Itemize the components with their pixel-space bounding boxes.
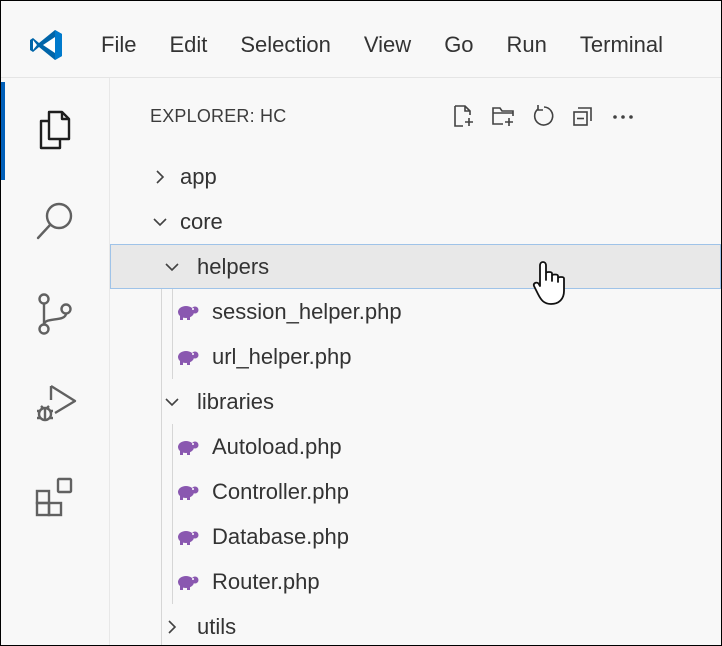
explorer-icon[interactable] <box>31 106 79 154</box>
menu-file[interactable]: File <box>101 31 136 59</box>
search-icon[interactable] <box>31 198 79 246</box>
tree-file[interactable]: url_helper.php <box>110 334 721 379</box>
tree-item-label: app <box>180 164 217 189</box>
menu-view[interactable]: View <box>364 31 411 59</box>
tree-item-label: core <box>180 209 223 234</box>
tree-item-label: utils <box>197 614 237 639</box>
new-file-icon <box>454 105 473 127</box>
more-icon <box>613 115 633 119</box>
php-file-icon <box>178 441 199 455</box>
chevron-right-icon <box>168 620 177 634</box>
tree-folder[interactable]: core <box>110 199 721 244</box>
collapse-all-icon <box>573 107 592 126</box>
tree-item-label: helpers <box>197 254 270 279</box>
source-control-icon[interactable] <box>31 290 79 338</box>
tree-item-label: Autoload.php <box>212 434 342 459</box>
new-folder-button[interactable] <box>483 100 523 132</box>
tree-folder[interactable]: helpers <box>110 244 721 289</box>
php-file-icon <box>178 576 199 590</box>
tree-item-label: Database.php <box>212 524 349 549</box>
php-file-icon <box>178 486 199 500</box>
tree-item-label: Controller.php <box>212 479 349 504</box>
tree-folder[interactable]: libraries <box>110 379 721 424</box>
active-indicator <box>1 82 5 180</box>
title-bar: File Edit Selection View Go Run Terminal <box>1 1 721 78</box>
tree-item-label: libraries <box>197 389 275 414</box>
php-file-icon <box>178 306 199 320</box>
menu-selection[interactable]: Selection <box>240 31 331 59</box>
vscode-window: File Edit Selection View Go Run Terminal <box>0 0 722 646</box>
tree-item-label: Router.php <box>212 569 320 594</box>
tree-item-label: session_helper.php <box>212 299 402 324</box>
menu-bar: File Edit Selection View Go Run Terminal <box>101 31 663 59</box>
menu-run[interactable]: Run <box>507 31 547 59</box>
tree-file[interactable]: Router.php <box>110 559 721 604</box>
explorer-panel: EXPLORER: HC app core helpers session_he… <box>110 78 721 645</box>
tree-file[interactable]: Autoload.php <box>110 424 721 469</box>
chevron-right-icon <box>156 170 165 184</box>
chevron-down-icon <box>165 263 179 272</box>
explorer-actions <box>443 100 643 132</box>
run-debug-icon[interactable] <box>31 378 79 426</box>
tree-file[interactable]: Controller.php <box>110 469 721 514</box>
tree-item-label: url_helper.php <box>212 344 352 369</box>
hand-cursor-icon <box>532 261 565 305</box>
chevron-down-icon <box>153 218 167 227</box>
explorer-title: EXPLORER: HC <box>150 106 287 126</box>
php-file-icon <box>178 351 199 365</box>
refresh-icon <box>533 105 554 126</box>
vscode-logo-icon <box>30 30 62 60</box>
tree-folder[interactable]: app <box>110 154 721 199</box>
menu-edit[interactable]: Edit <box>169 31 207 59</box>
file-tree: app core helpers session_helper.php url_help… <box>110 154 721 645</box>
php-file-icon <box>178 531 199 545</box>
activity-bar <box>1 78 110 645</box>
new-folder-icon <box>492 107 514 126</box>
menu-terminal[interactable]: Terminal <box>580 31 663 59</box>
tree-folder[interactable]: utils <box>110 604 721 645</box>
refresh-button[interactable] <box>523 100 563 132</box>
tree-file[interactable]: Database.php <box>110 514 721 559</box>
menu-go[interactable]: Go <box>444 31 473 59</box>
extensions-icon[interactable] <box>31 474 79 522</box>
tree-file[interactable]: session_helper.php <box>110 289 721 334</box>
new-file-button[interactable] <box>443 100 483 132</box>
collapse-all-button[interactable] <box>563 100 603 132</box>
more-actions-button[interactable] <box>603 100 643 132</box>
chevron-down-icon <box>165 398 179 407</box>
